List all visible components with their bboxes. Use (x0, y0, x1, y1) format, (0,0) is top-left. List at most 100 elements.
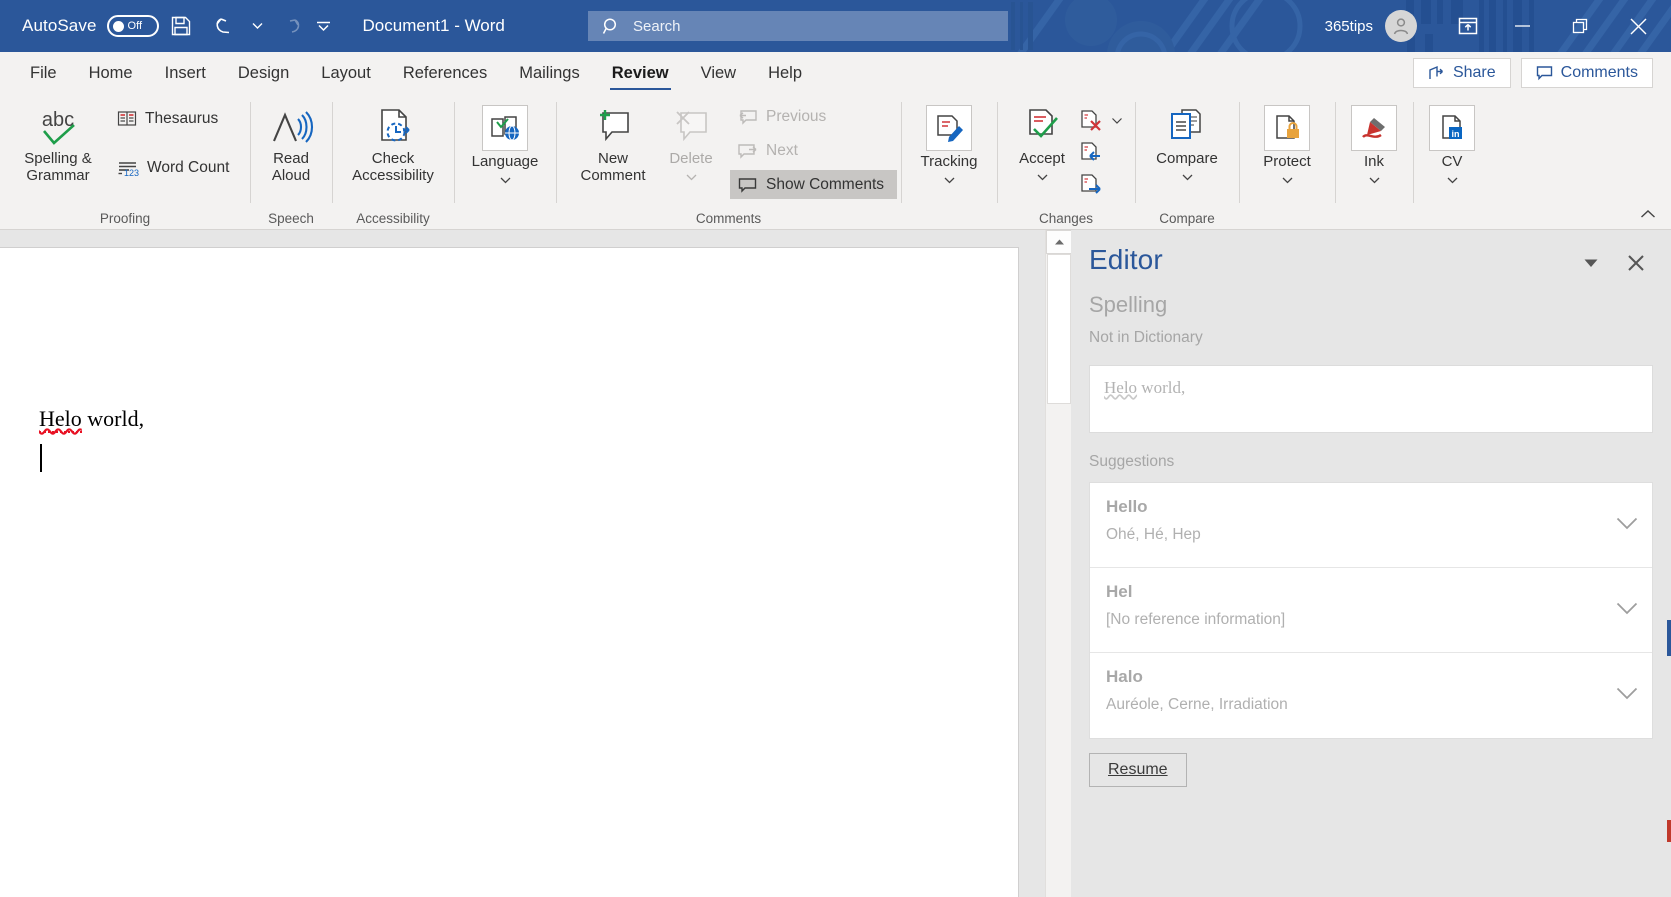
search-box[interactable]: Search (588, 11, 1008, 41)
accept-dropdown-arrow[interactable] (1036, 169, 1049, 187)
scroll-up-button[interactable] (1046, 230, 1072, 254)
tracking-button[interactable]: Tracking (905, 100, 993, 193)
tab-home[interactable]: Home (73, 52, 149, 94)
next-comment-button[interactable]: Next (730, 136, 897, 165)
new-comment-button[interactable]: New Comment (568, 100, 658, 188)
restore-icon (1572, 18, 1589, 35)
next-comment-icon (737, 142, 758, 160)
editor-sentence-box[interactable]: Helo world, (1089, 365, 1653, 433)
tab-references[interactable]: References (387, 52, 503, 94)
show-comments-button[interactable]: Show Comments (730, 170, 897, 199)
chevron-down-icon (1281, 176, 1294, 185)
ribbon-display-options-button[interactable] (1443, 4, 1493, 48)
document-paragraph: Helo world, (39, 406, 144, 432)
suggestion-menu-button[interactable] (1616, 687, 1638, 705)
group-label-language (456, 207, 554, 229)
ribbon-group-comments: New Comment Delete (556, 94, 901, 229)
tabstrip-actions: Share Comments (1413, 52, 1671, 94)
suggestion-item[interactable]: Hel [No reference information] (1090, 568, 1652, 653)
accept-button[interactable]: Accept (1009, 100, 1075, 190)
triangle-up-icon (1054, 238, 1065, 246)
tab-insert[interactable]: Insert (149, 52, 222, 94)
autosave-toggle[interactable]: Off (107, 15, 159, 37)
tab-view[interactable]: View (685, 52, 752, 94)
collapse-ribbon-button[interactable] (1635, 203, 1661, 225)
tab-label: Mailings (519, 64, 580, 83)
previous-comment-button[interactable]: Previous (730, 102, 897, 131)
tab-help[interactable]: Help (752, 52, 818, 94)
ribbon-group-tracking: Tracking (901, 94, 997, 229)
next-change-button[interactable] (1075, 170, 1107, 200)
protect-dropdown-arrow[interactable] (1281, 172, 1294, 190)
delete-comment-button[interactable]: Delete (658, 100, 724, 190)
thesaurus-button[interactable]: Thesaurus (110, 104, 236, 133)
delete-comment-label: Delete (669, 151, 712, 168)
share-icon (1428, 65, 1445, 81)
comments-button[interactable]: Comments (1521, 58, 1653, 88)
ink-dropdown-arrow[interactable] (1368, 172, 1381, 190)
redo-button[interactable] (269, 6, 313, 46)
group-label-comments: Comments (558, 207, 899, 229)
editor-pane-close-button[interactable] (1627, 254, 1645, 272)
read-aloud-button[interactable]: Read Aloud (255, 100, 327, 188)
document-area: Helo world, (0, 230, 1022, 897)
compare-button[interactable]: Compare (1139, 100, 1235, 190)
spelling-grammar-button[interactable]: abc Spelling & Grammar (10, 100, 106, 188)
customize-quick-access-toolbar-button[interactable] (313, 6, 335, 46)
workspace: Helo world, Editor (0, 230, 1671, 897)
avatar[interactable] (1385, 10, 1417, 42)
chevron-down-icon (1368, 176, 1381, 185)
suggestion-menu-button[interactable] (1616, 517, 1638, 535)
proofing-small-buttons: Thesaurus 123 Word Count (110, 100, 236, 182)
compare-dropdown-arrow[interactable] (1181, 169, 1194, 187)
suggestion-item[interactable]: Hello Ohé, Hé, Hep (1090, 483, 1652, 568)
ink-button[interactable]: Ink (1339, 100, 1409, 193)
delete-comment-dropdown-arrow[interactable] (685, 169, 698, 187)
linkedin-resume-icon: in (1429, 105, 1475, 151)
autosave-state-label: Off (128, 20, 142, 32)
reject-dropdown-button[interactable] (1107, 117, 1127, 125)
cv-dropdown-arrow[interactable] (1446, 172, 1459, 190)
misspelled-word: Helo (39, 406, 82, 433)
cv-button[interactable]: in CV (1417, 100, 1487, 193)
word-count-button[interactable]: 123 Word Count (110, 153, 236, 182)
resume-button[interactable]: Resume (1089, 753, 1187, 787)
person-icon (1391, 16, 1411, 36)
suggestion-word: Hello (1106, 497, 1636, 517)
share-button[interactable]: Share (1413, 58, 1511, 88)
vertical-scrollbar[interactable] (1045, 230, 1071, 897)
tracking-dropdown-arrow[interactable] (943, 172, 956, 190)
suggestion-menu-button[interactable] (1616, 602, 1638, 620)
close-button[interactable] (1609, 0, 1667, 52)
editor-suggestions-list: Hello Ohé, Hé, Hep Hel [No reference inf… (1089, 482, 1653, 739)
previous-change-icon (1079, 141, 1103, 165)
language-button[interactable]: Language (457, 100, 553, 193)
tab-file[interactable]: File (14, 52, 73, 94)
previous-change-button[interactable] (1075, 138, 1107, 168)
language-dropdown-arrow[interactable] (499, 172, 512, 190)
chevron-down-icon (1111, 117, 1123, 125)
ribbon-group-language: Language (454, 94, 556, 229)
reject-button[interactable] (1075, 106, 1107, 136)
editor-pane-options-button[interactable] (1583, 258, 1599, 268)
compare-docs-icon (1165, 105, 1209, 149)
restore-button[interactable] (1551, 0, 1609, 52)
new-comment-label: New Comment (580, 151, 645, 185)
undo-button[interactable] (203, 6, 247, 46)
check-accessibility-button[interactable]: Check Accessibility (336, 100, 450, 188)
tab-review[interactable]: Review (596, 52, 685, 94)
undo-dropdown-button[interactable] (247, 6, 269, 46)
tab-label: Help (768, 64, 802, 83)
tab-design[interactable]: Design (222, 52, 305, 94)
save-button[interactable] (159, 6, 203, 46)
document-page[interactable]: Helo world, (0, 247, 1019, 897)
group-label-cv (1415, 207, 1489, 229)
ribbon-group-speech: Read Aloud Speech (250, 94, 332, 229)
suggestion-item[interactable]: Halo Auréole, Cerne, Irradiation (1090, 653, 1652, 738)
minimize-button[interactable] (1493, 0, 1551, 52)
show-comments-icon (737, 176, 758, 194)
tab-layout[interactable]: Layout (305, 52, 387, 94)
tab-mailings[interactable]: Mailings (503, 52, 596, 94)
scrollbar-thumb[interactable] (1047, 254, 1071, 404)
protect-button[interactable]: Protect (1243, 100, 1331, 193)
